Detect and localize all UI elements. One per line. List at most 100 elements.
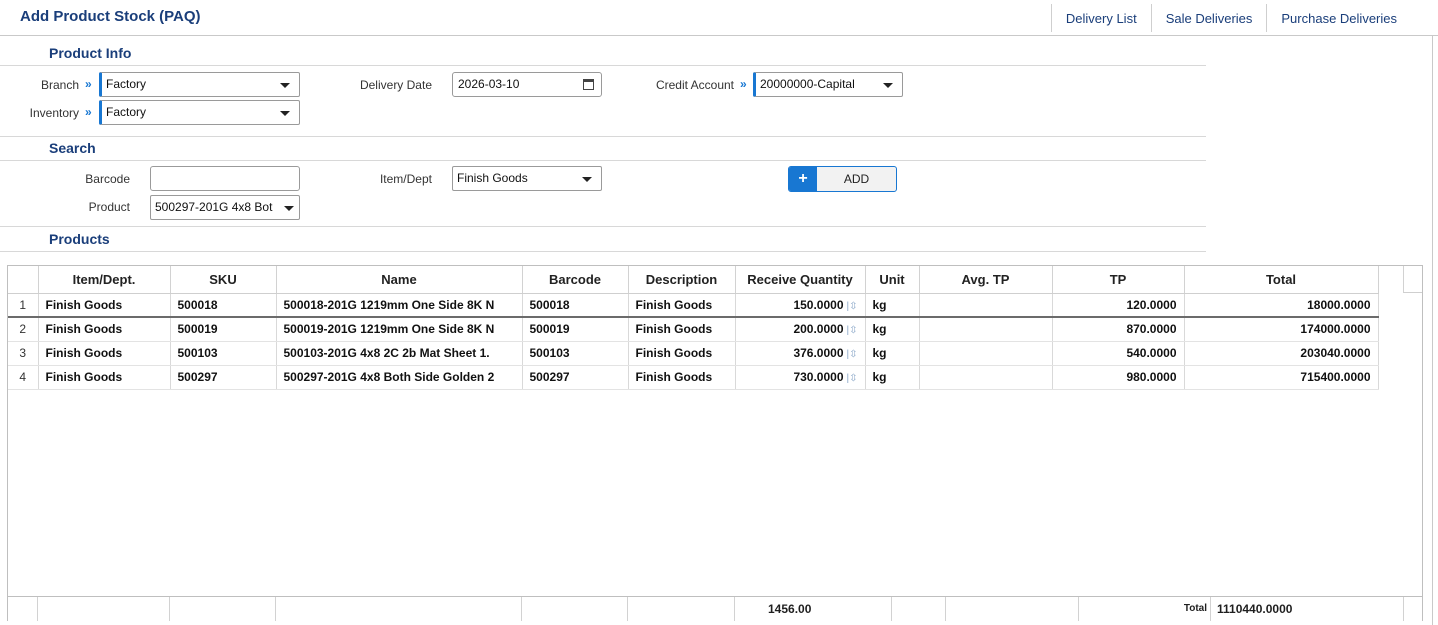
cell-receive-quantity[interactable]: 376.0000 |⇳ [735,341,866,366]
footer-cell [170,597,276,621]
section-title-products: Products [49,231,110,247]
section-divider [0,251,1206,252]
branch-select[interactable]: Factory [99,72,300,97]
page-right-border [1432,36,1433,625]
cell-avg-tp[interactable] [919,365,1053,390]
top-bar: Add Product Stock (PAQ) Delivery List Sa… [0,0,1438,36]
cell-receive-quantity[interactable]: 150.0000 |⇳ [735,293,866,318]
column-header-receive-quantity[interactable]: Receive Quantity [735,266,866,294]
column-header-tp[interactable]: TP [1052,266,1185,294]
section-divider [0,160,1206,161]
cell-total[interactable]: 18000.0000 [1184,293,1379,318]
cell-avg-tp[interactable] [919,341,1053,366]
table-row[interactable]: 1 Finish Goods 500018 500018-201G 1219mm… [8,293,1379,318]
cell-total[interactable]: 174000.0000 [1184,317,1379,342]
caret-down-icon [280,83,290,88]
products-grid: Item/Dept. SKU Name Barcode Description … [7,265,1423,621]
grid-header-scroll-corner [1403,266,1422,293]
cell-name[interactable]: 500019-201G 1219mm One Side 8K N [276,317,523,342]
cell-item-dept[interactable]: Finish Goods [38,341,171,366]
row-number: 4 [8,365,39,390]
spinner-icon[interactable]: |⇳ [847,373,858,384]
cell-tp[interactable]: 540.0000 [1052,341,1185,366]
chevron-right-icon: » [740,77,747,91]
cell-name[interactable]: 500103-201G 4x8 2C 2b Mat Sheet 1. [276,341,523,366]
delivery-date-input[interactable]: 2026-03-10 [452,72,602,97]
footer-cell [892,597,946,621]
cell-unit[interactable]: kg [865,341,920,366]
cell-avg-tp[interactable] [919,317,1053,342]
cell-item-dept[interactable]: Finish Goods [38,365,171,390]
cell-barcode[interactable]: 500103 [522,341,629,366]
column-header-item-dept[interactable]: Item/Dept. [38,266,171,294]
row-number: 1 [8,293,39,318]
cell-tp[interactable]: 120.0000 [1052,293,1185,318]
cell-sku[interactable]: 500103 [170,341,277,366]
cell-description[interactable]: Finish Goods [628,365,736,390]
section-title-product-info: Product Info [49,45,132,61]
credit-account-select[interactable]: 20000000-Capital [753,72,903,97]
cell-name[interactable]: 500018-201G 1219mm One Side 8K N [276,293,523,318]
branch-label: Branch [40,78,79,92]
cell-description[interactable]: Finish Goods [628,341,736,366]
caret-down-icon [284,206,294,211]
product-select[interactable]: 500297-201G 4x8 Bot [150,195,300,220]
cell-receive-quantity[interactable]: 200.0000 |⇳ [735,317,866,342]
quantity-value: 376.0000 [793,346,844,360]
credit-account-label: Credit Account [655,78,734,92]
cell-name[interactable]: 500297-201G 4x8 Both Side Golden 2 [276,365,523,390]
cell-total[interactable]: 203040.0000 [1184,341,1379,366]
column-header-name[interactable]: Name [276,266,523,294]
section-title-search: Search [49,140,96,156]
column-header-avg-tp[interactable]: Avg. TP [919,266,1053,294]
cell-unit[interactable]: kg [865,293,920,318]
cell-tp[interactable]: 870.0000 [1052,317,1185,342]
cell-receive-quantity[interactable]: 730.0000 |⇳ [735,365,866,390]
item-dept-select-value: Finish Goods [457,171,528,185]
inventory-label: Inventory [29,106,79,120]
column-header-barcode[interactable]: Barcode [522,266,629,294]
cell-sku[interactable]: 500018 [170,293,277,318]
column-header-total[interactable]: Total [1184,266,1379,294]
spinner-icon[interactable]: |⇳ [847,301,858,312]
cell-barcode[interactable]: 500297 [522,365,629,390]
column-header-unit[interactable]: Unit [865,266,920,294]
page-title: Add Product Stock (PAQ) [20,8,201,25]
inventory-select[interactable]: Factory [99,100,300,125]
cell-avg-tp[interactable] [919,293,1053,318]
cell-tp[interactable]: 980.0000 [1052,365,1185,390]
column-header-description[interactable]: Description [628,266,736,294]
cell-description[interactable]: Finish Goods [628,317,736,342]
product-select-value: 500297-201G 4x8 Bot [155,200,273,214]
spinner-icon[interactable]: |⇳ [847,325,858,336]
add-button[interactable]: + ADD [788,166,897,192]
spinner-icon[interactable]: |⇳ [847,349,858,360]
table-row[interactable]: 3 Finish Goods 500103 500103-201G 4x8 2C… [8,341,1379,366]
cell-sku[interactable]: 500297 [170,365,277,390]
barcode-label: Barcode [85,172,130,186]
quantity-value: 730.0000 [793,370,844,384]
caret-down-icon [280,111,290,116]
calendar-icon[interactable] [583,79,594,90]
cell-total[interactable]: 715400.0000 [1184,365,1379,390]
cell-item-dept[interactable]: Finish Goods [38,293,171,318]
column-header-sku[interactable]: SKU [170,266,277,294]
cell-barcode[interactable]: 500019 [522,317,629,342]
footer-cell [8,597,38,621]
cell-barcode[interactable]: 500018 [522,293,629,318]
footer-cell [628,597,735,621]
item-dept-select[interactable]: Finish Goods [452,166,602,191]
table-row[interactable]: 4 Finish Goods 500297 500297-201G 4x8 Bo… [8,365,1379,390]
cell-item-dept[interactable]: Finish Goods [38,317,171,342]
delivery-list-link[interactable]: Delivery List [1050,4,1151,32]
sale-deliveries-link[interactable]: Sale Deliveries [1150,4,1267,32]
cell-unit[interactable]: kg [865,365,920,390]
cell-sku[interactable]: 500019 [170,317,277,342]
barcode-input[interactable] [150,166,300,191]
table-row[interactable]: 2 Finish Goods 500019 500019-201G 1219mm… [8,317,1379,342]
top-links: Delivery List Sale Deliveries Purchase D… [1050,4,1411,32]
cell-description[interactable]: Finish Goods [628,293,736,318]
inventory-select-value: Factory [106,105,147,119]
cell-unit[interactable]: kg [865,317,920,342]
purchase-deliveries-link[interactable]: Purchase Deliveries [1266,4,1411,32]
